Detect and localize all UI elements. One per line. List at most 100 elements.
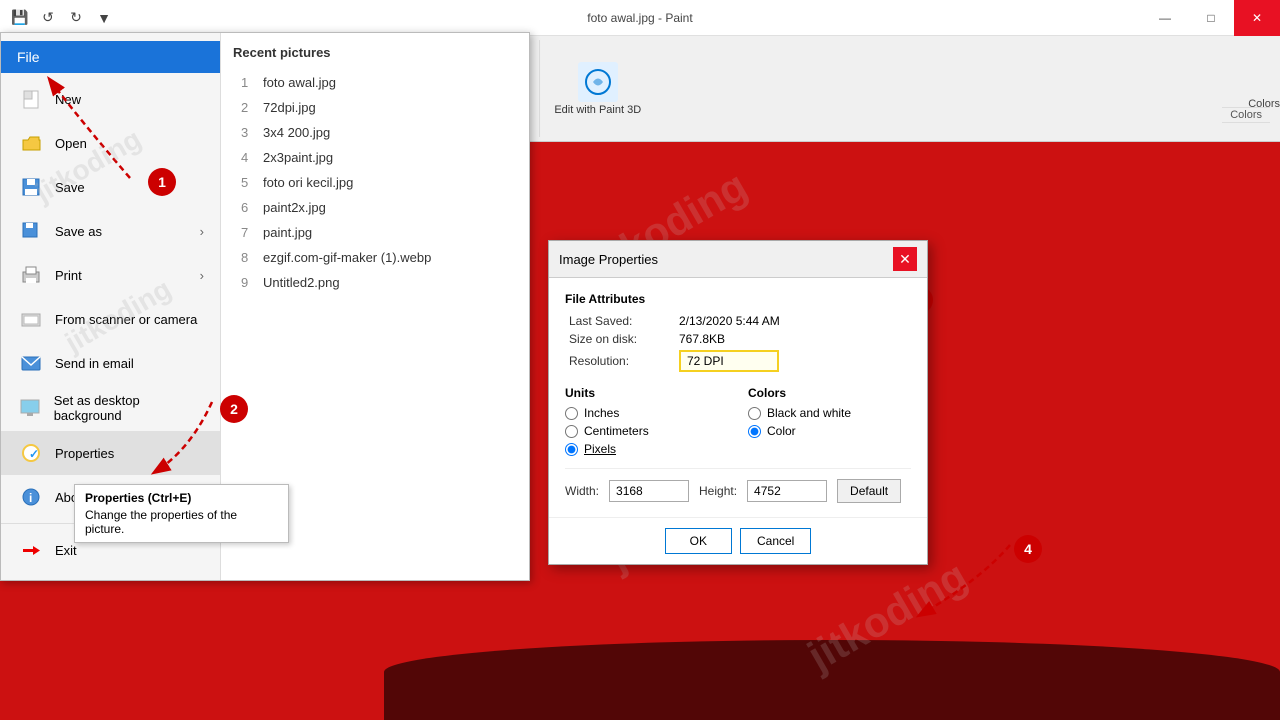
tooltip-desc: Change the properties of the picture.	[85, 508, 278, 536]
properties-icon: ✓	[17, 439, 45, 467]
quick-access-dropdown[interactable]: ▼	[92, 6, 116, 30]
colors-label: Colors	[748, 386, 911, 400]
menu-item-desktop[interactable]: Set as desktop background	[1, 385, 220, 431]
dialog-titlebar: Image Properties ✕	[549, 241, 927, 278]
pixels-text: Pixels	[584, 442, 616, 456]
desktop-icon	[17, 394, 44, 422]
dialog-close-btn[interactable]: ✕	[893, 247, 917, 271]
menu-item-scanner[interactable]: From scanner or camera	[1, 297, 220, 341]
size-label: Size on disk:	[565, 330, 675, 348]
last-saved-row: Last Saved: 2/13/2020 5:44 AM	[565, 312, 911, 330]
menu-item-properties[interactable]: ✓ Properties	[1, 431, 220, 475]
centimeters-radio[interactable]	[565, 425, 578, 438]
svg-text:✓: ✓	[29, 447, 39, 461]
undo-btn[interactable]: ↺	[36, 6, 60, 30]
new-icon	[17, 85, 45, 113]
tooltip-title: Properties (Ctrl+E)	[85, 491, 278, 505]
recent-item-9[interactable]: 9 Untitled2.png	[233, 270, 517, 295]
bw-radio-label[interactable]: Black and white	[748, 406, 911, 420]
saveas-icon	[17, 217, 45, 245]
width-input[interactable]	[609, 480, 689, 502]
recent-item-7[interactable]: 7 paint.jpg	[233, 220, 517, 245]
file-attributes-section: File Attributes Last Saved: 2/13/2020 5:…	[565, 292, 911, 374]
dialog-title: Image Properties	[559, 252, 658, 267]
centimeters-text: Centimeters	[584, 424, 649, 438]
menu-item-new[interactable]: New	[1, 77, 220, 121]
menu-item-open[interactable]: Open	[1, 121, 220, 165]
inches-radio[interactable]	[565, 407, 578, 420]
window-title: foto awal.jpg - Paint	[587, 11, 692, 25]
paint3d-btn[interactable]: Edit with Paint 3D	[550, 58, 645, 120]
size-row: Size on disk: 767.8KB	[565, 330, 911, 348]
color-radio[interactable]	[748, 425, 761, 438]
pixels-radio-label[interactable]: Pixels	[565, 442, 728, 456]
centimeters-radio-label[interactable]: Centimeters	[565, 424, 728, 438]
saveas-arrow: ›	[200, 224, 204, 239]
units-colors-row: Units Inches Centimeters Pixels	[565, 386, 911, 456]
resolution-row: Resolution:	[565, 348, 911, 374]
size-value: 767.8KB	[675, 330, 911, 348]
step-2-circle: 2	[220, 395, 248, 423]
ok-btn[interactable]: OK	[665, 528, 732, 554]
menu-item-email[interactable]: Send in email	[1, 341, 220, 385]
dialog-body: File Attributes Last Saved: 2/13/2020 5:…	[549, 278, 927, 517]
redo-btn[interactable]: ↻	[64, 6, 88, 30]
step-1-circle: 1	[148, 168, 176, 196]
colors-group: Colors Black and white Color	[748, 386, 911, 456]
colors-radio-group: Black and white Color	[748, 406, 911, 438]
recent-item-4[interactable]: 4 2x3paint.jpg	[233, 145, 517, 170]
bw-text: Black and white	[767, 406, 851, 420]
step-4-circle: 4	[1014, 535, 1042, 563]
height-input[interactable]	[747, 480, 827, 502]
file-attributes-title: File Attributes	[565, 292, 911, 306]
units-radio-group: Inches Centimeters Pixels	[565, 406, 728, 456]
quick-access-buttons: 💾 ↺ ↻ ▼	[0, 6, 124, 30]
image-properties-dialog: Image Properties ✕ File Attributes Last …	[548, 240, 928, 565]
menu-item-save[interactable]: Save	[1, 165, 220, 209]
open-icon	[17, 129, 45, 157]
paint3d-icon	[578, 62, 618, 102]
recent-item-1[interactable]: 1 foto awal.jpg	[233, 70, 517, 95]
inches-text: Inches	[584, 406, 619, 420]
minimize-btn[interactable]: —	[1142, 0, 1188, 36]
dialog-footer: OK Cancel	[549, 517, 927, 564]
menu-item-print[interactable]: Print ›	[1, 253, 220, 297]
recent-item-8[interactable]: 8 ezgif.com-gif-maker (1).webp	[233, 245, 517, 270]
resolution-label: Resolution:	[565, 348, 675, 374]
inches-radio-label[interactable]: Inches	[565, 406, 728, 420]
recent-item-2[interactable]: 2 72dpi.jpg	[233, 95, 517, 120]
save-icon	[17, 173, 45, 201]
close-btn[interactable]: ✕	[1234, 0, 1280, 36]
last-saved-value: 2/13/2020 5:44 AM	[675, 312, 911, 330]
paint3d-btn-group: Edit with Paint 3D	[540, 40, 655, 137]
exit-icon	[17, 536, 45, 564]
dark-image-area	[384, 640, 1280, 720]
properties-tooltip: Properties (Ctrl+E) Change the propertie…	[74, 484, 289, 543]
recent-item-6[interactable]: 6 paint2x.jpg	[233, 195, 517, 220]
recent-title: Recent pictures	[233, 45, 517, 60]
about-icon: i	[17, 483, 45, 511]
color-radio-label[interactable]: Color	[748, 424, 911, 438]
last-saved-label: Last Saved:	[565, 312, 675, 330]
recent-item-5[interactable]: 5 foto ori kecil.jpg	[233, 170, 517, 195]
print-icon	[17, 261, 45, 289]
resolution-input[interactable]	[679, 350, 779, 372]
paint3d-label: Edit with Paint 3D	[554, 104, 641, 116]
units-group: Units Inches Centimeters Pixels	[565, 386, 728, 456]
default-btn[interactable]: Default	[837, 479, 901, 503]
recent-item-3[interactable]: 3 3x4 200.jpg	[233, 120, 517, 145]
menu-file-label: File	[1, 41, 220, 73]
maximize-btn[interactable]: □	[1188, 0, 1234, 36]
colors-ribbon-label: Colors	[1222, 107, 1270, 123]
units-label: Units	[565, 386, 728, 400]
width-label: Width:	[565, 484, 599, 498]
save-quick-btn[interactable]: 💾	[8, 6, 32, 30]
bw-radio[interactable]	[748, 407, 761, 420]
color-text: Color	[767, 424, 796, 438]
wh-row: Width: Height: Default	[565, 468, 911, 503]
menu-item-saveas[interactable]: Save as ›	[1, 209, 220, 253]
cancel-btn[interactable]: Cancel	[740, 528, 811, 554]
resolution-cell	[675, 348, 911, 374]
scanner-icon	[17, 305, 45, 333]
pixels-radio[interactable]	[565, 443, 578, 456]
